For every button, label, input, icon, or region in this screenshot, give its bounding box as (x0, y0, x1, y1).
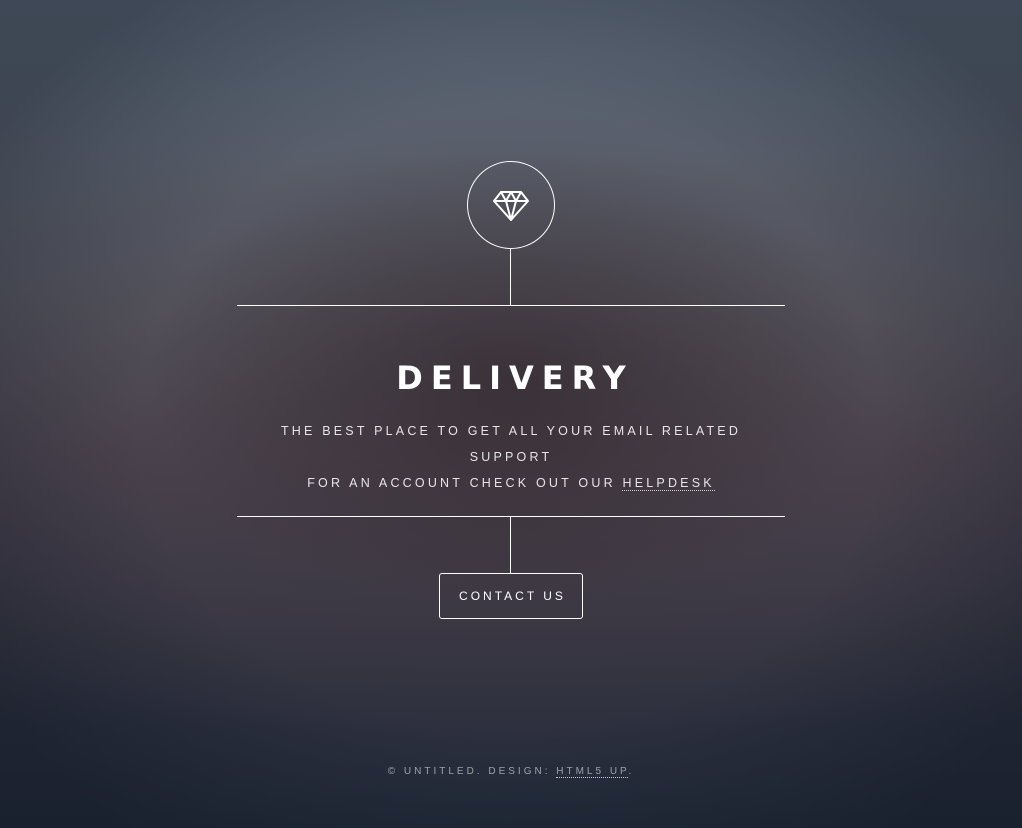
diamond-icon (493, 191, 529, 221)
page-description: THE BEST PLACE TO GET ALL YOUR EMAIL REL… (237, 418, 785, 496)
divider-bottom (237, 516, 785, 517)
connector-line-bottom (510, 517, 511, 573)
html5up-link[interactable]: HTML5 UP (556, 766, 629, 778)
description-line-1: THE BEST PLACE TO GET ALL YOUR EMAIL REL… (280, 424, 742, 464)
page-footer: © UNTITLED. DESIGN: HTML5 UP. (0, 764, 1022, 780)
background-vignette (0, 0, 1022, 828)
page-title: DELIVERY (396, 359, 634, 397)
connector-line-top (510, 249, 511, 305)
description-line-2: FOR AN ACCOUNT CHECK OUT OUR (307, 476, 623, 490)
contact-us-button[interactable]: CONTACT US (439, 573, 583, 619)
logo-circle (467, 161, 555, 249)
helpdesk-link[interactable]: HELPDESK (622, 476, 715, 491)
divider-top (237, 305, 785, 306)
footer-period: . (628, 766, 635, 777)
copyright-text: © UNTITLED. DESIGN: (387, 766, 557, 777)
